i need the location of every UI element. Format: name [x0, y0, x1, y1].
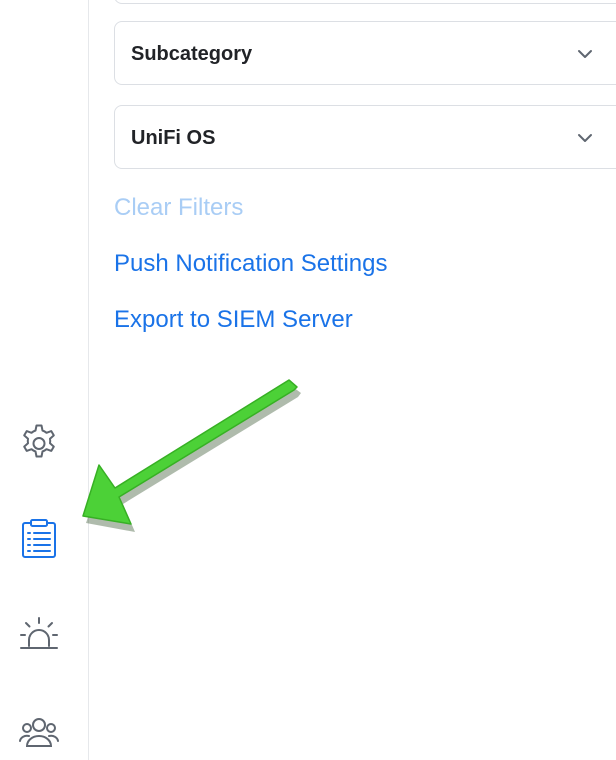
chevron-down-icon [575, 44, 595, 64]
subcategory-select-label: Subcategory [131, 43, 253, 65]
sidebar [0, 0, 89, 760]
alarm-icon[interactable] [17, 614, 61, 658]
clear-filters-link[interactable]: Clear Filters [114, 193, 243, 223]
chevron-down-icon [575, 128, 595, 148]
clipboard-list-icon[interactable] [17, 517, 61, 561]
filter-select-partial[interactable] [114, 0, 616, 4]
source-select-label: UniFi OS [131, 127, 216, 149]
push-notification-settings-link[interactable]: Push Notification Settings [114, 249, 387, 279]
subcategory-select[interactable]: Subcategory [114, 21, 616, 85]
source-select[interactable]: UniFi OS [114, 105, 616, 169]
export-siem-link[interactable]: Export to SIEM Server [114, 305, 353, 335]
gear-icon[interactable] [17, 421, 61, 465]
users-icon[interactable] [17, 710, 61, 754]
